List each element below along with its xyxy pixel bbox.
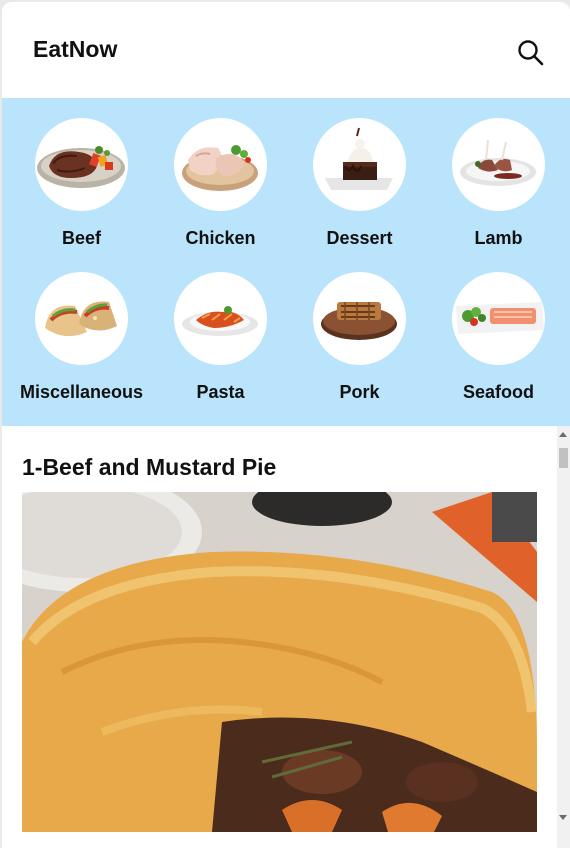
app-window: EatNow Beef Chicken Dessert Lamb Miscell… [2, 2, 570, 848]
beef-dish-image [35, 118, 128, 211]
category-label: Lamb [474, 228, 523, 248]
scrollbar[interactable] [557, 426, 570, 848]
category-label: Chicken [185, 228, 256, 248]
chicken-dish-image [174, 118, 267, 211]
app-header: EatNow [2, 2, 570, 98]
search-icon [518, 40, 544, 66]
pasta-dish-image [174, 272, 267, 365]
category-grid: Beef Chicken Dessert Lamb Miscellaneous … [2, 98, 570, 426]
scroll-down-arrow-icon[interactable] [559, 815, 567, 820]
category-lamb[interactable]: Lamb [429, 98, 568, 248]
category-seafood[interactable]: Seafood [429, 252, 568, 402]
category-beef[interactable]: Beef [12, 98, 151, 248]
category-label: Seafood [462, 382, 534, 402]
pork-dish-image [313, 272, 406, 365]
tacos-dish-image [35, 272, 128, 365]
scroll-up-arrow-icon[interactable] [559, 432, 567, 437]
dessert-dish-image [313, 118, 406, 211]
lamb-dish-image [452, 118, 545, 211]
app-title: EatNow [33, 36, 118, 62]
recipe-list: 1-Beef and Mustard Pie [2, 426, 557, 848]
category-miscellaneous[interactable]: Miscellaneous [12, 252, 151, 402]
category-label: Pasta [196, 382, 245, 402]
category-pork[interactable]: Pork [290, 252, 429, 402]
seafood-dish-image [452, 272, 545, 365]
search-button[interactable] [516, 38, 546, 68]
category-label: Dessert [326, 228, 393, 248]
category-dessert[interactable]: Dessert [290, 98, 429, 248]
category-pasta[interactable]: Pasta [151, 252, 290, 402]
scrollbar-thumb[interactable] [559, 448, 568, 468]
category-label: Miscellaneous [19, 382, 144, 402]
category-label: Beef [61, 228, 101, 248]
recipe-image[interactable] [22, 492, 537, 832]
recipe-title[interactable]: 1-Beef and Mustard Pie [22, 454, 276, 481]
category-chicken[interactable]: Chicken [151, 98, 290, 248]
category-label: Pork [339, 382, 380, 402]
